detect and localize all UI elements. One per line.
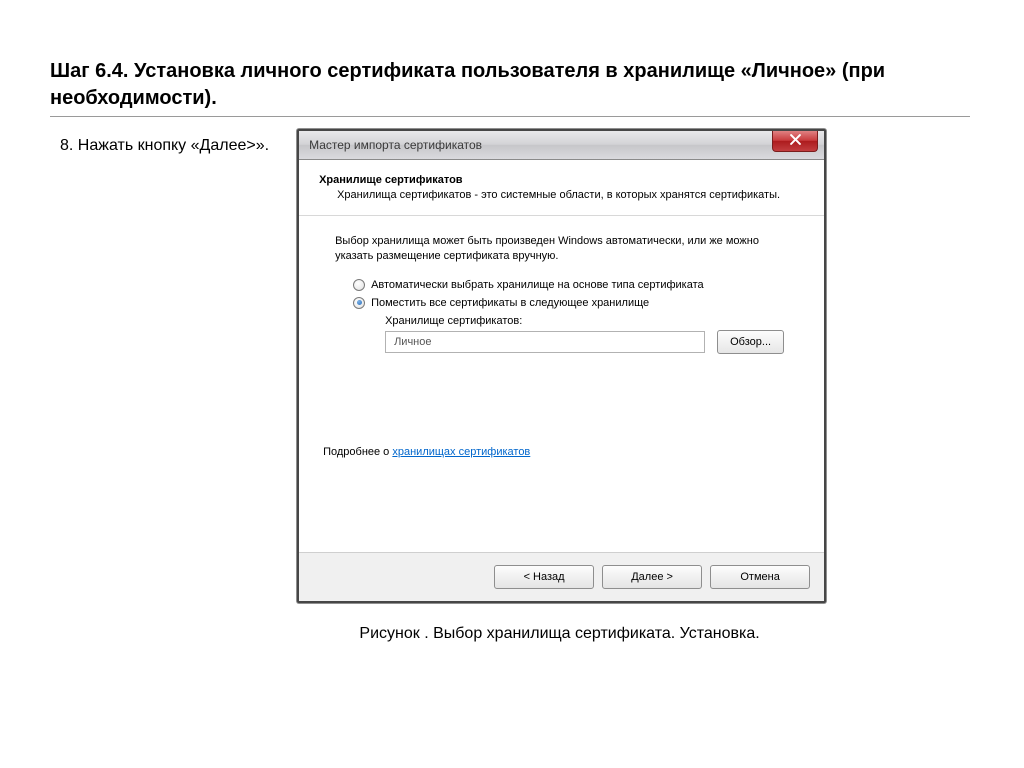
radio-label-auto: Автоматически выбрать хранилище на основ… [371,279,704,291]
divider [299,215,824,216]
radio-option-auto[interactable]: Автоматически выбрать хранилище на основ… [353,279,784,291]
radio-label-manual: Поместить все сертификаты в следующее хр… [371,297,649,309]
wizard-dialog: Мастер импорта сертификатов Хранилище се… [297,129,826,603]
page-heading: Шаг 6.4. Установка личного сертификата п… [50,58,970,117]
button-row: < Назад Далее > Отмена [299,553,824,601]
more-info-prefix: Подробнее о [323,446,392,458]
more-info: Подробнее о хранилищах сертификатов [323,446,784,458]
radio-icon [353,297,365,309]
more-info-link[interactable]: хранилищах сертификатов [392,446,530,458]
titlebar[interactable]: Мастер импорта сертификатов [299,131,824,160]
section-title: Хранилище сертификатов [319,174,784,186]
window-title: Мастер импорта сертификатов [309,138,482,152]
browse-button[interactable]: Обзор... [717,330,784,354]
close-icon [790,134,801,148]
store-value: Личное [394,336,431,348]
store-input[interactable]: Личное [385,331,705,353]
next-button[interactable]: Далее > [602,565,702,589]
wizard-paragraph: Выбор хранилища может быть произведен Wi… [335,234,784,265]
radio-icon [353,279,365,291]
close-button[interactable] [772,131,818,152]
store-label: Хранилище сертификатов: [385,315,784,327]
back-button[interactable]: < Назад [494,565,594,589]
section-description: Хранилища сертификатов - это системные о… [337,188,784,203]
instruction-text: 8. Нажать кнопку «Далее>». [50,129,269,157]
radio-option-manual[interactable]: Поместить все сертификаты в следующее хр… [353,297,784,309]
cancel-button[interactable]: Отмена [710,565,810,589]
figure-caption: Рисунок . Выбор хранилища сертификата. У… [297,625,822,643]
